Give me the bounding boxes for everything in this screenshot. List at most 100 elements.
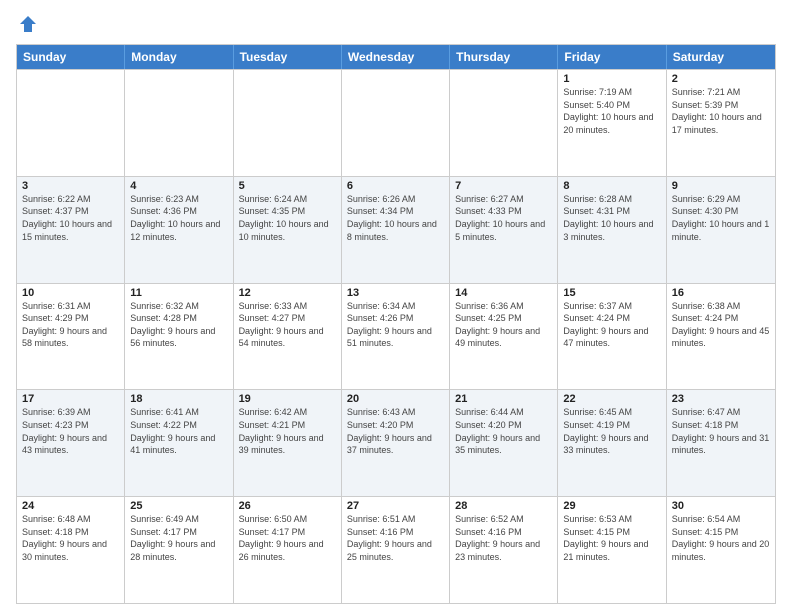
day-number: 30: [672, 500, 770, 512]
cell-info: Sunrise: 6:26 AM Sunset: 4:34 PM Dayligh…: [347, 193, 444, 243]
cell-info: Sunrise: 6:44 AM Sunset: 4:20 PM Dayligh…: [455, 406, 552, 456]
calendar-cell: 17Sunrise: 6:39 AM Sunset: 4:23 PM Dayli…: [17, 390, 125, 496]
cell-info: Sunrise: 6:39 AM Sunset: 4:23 PM Dayligh…: [22, 406, 119, 456]
calendar-cell: 1Sunrise: 7:19 AM Sunset: 5:40 PM Daylig…: [558, 70, 666, 176]
calendar-cell: 15Sunrise: 6:37 AM Sunset: 4:24 PM Dayli…: [558, 284, 666, 390]
calendar-cell: [234, 70, 342, 176]
day-number: 2: [672, 73, 770, 85]
calendar-cell: 19Sunrise: 6:42 AM Sunset: 4:21 PM Dayli…: [234, 390, 342, 496]
day-number: 14: [455, 287, 552, 299]
day-number: 4: [130, 180, 227, 192]
day-number: 9: [672, 180, 770, 192]
day-number: 16: [672, 287, 770, 299]
day-number: 21: [455, 393, 552, 405]
day-number: 22: [563, 393, 660, 405]
calendar-cell: 20Sunrise: 6:43 AM Sunset: 4:20 PM Dayli…: [342, 390, 450, 496]
cell-info: Sunrise: 6:47 AM Sunset: 4:18 PM Dayligh…: [672, 406, 770, 456]
calendar-cell: 21Sunrise: 6:44 AM Sunset: 4:20 PM Dayli…: [450, 390, 558, 496]
logo-icon: [18, 14, 38, 34]
logo: [16, 16, 38, 36]
cell-info: Sunrise: 6:34 AM Sunset: 4:26 PM Dayligh…: [347, 300, 444, 350]
calendar-row-4: 24Sunrise: 6:48 AM Sunset: 4:18 PM Dayli…: [17, 496, 775, 603]
calendar-cell: 6Sunrise: 6:26 AM Sunset: 4:34 PM Daylig…: [342, 177, 450, 283]
day-number: 23: [672, 393, 770, 405]
cell-info: Sunrise: 6:42 AM Sunset: 4:21 PM Dayligh…: [239, 406, 336, 456]
calendar-cell: 3Sunrise: 6:22 AM Sunset: 4:37 PM Daylig…: [17, 177, 125, 283]
calendar-cell: 26Sunrise: 6:50 AM Sunset: 4:17 PM Dayli…: [234, 497, 342, 603]
calendar-cell: 9Sunrise: 6:29 AM Sunset: 4:30 PM Daylig…: [667, 177, 775, 283]
calendar-cell: [125, 70, 233, 176]
day-number: 7: [455, 180, 552, 192]
calendar-cell: 23Sunrise: 6:47 AM Sunset: 4:18 PM Dayli…: [667, 390, 775, 496]
calendar-cell: 22Sunrise: 6:45 AM Sunset: 4:19 PM Dayli…: [558, 390, 666, 496]
day-number: 28: [455, 500, 552, 512]
day-number: 3: [22, 180, 119, 192]
header-cell-friday: Friday: [558, 45, 666, 69]
cell-info: Sunrise: 6:29 AM Sunset: 4:30 PM Dayligh…: [672, 193, 770, 243]
cell-info: Sunrise: 6:36 AM Sunset: 4:25 PM Dayligh…: [455, 300, 552, 350]
cell-info: Sunrise: 6:33 AM Sunset: 4:27 PM Dayligh…: [239, 300, 336, 350]
calendar-cell: [450, 70, 558, 176]
calendar-cell: 10Sunrise: 6:31 AM Sunset: 4:29 PM Dayli…: [17, 284, 125, 390]
calendar-cell: 28Sunrise: 6:52 AM Sunset: 4:16 PM Dayli…: [450, 497, 558, 603]
calendar: SundayMondayTuesdayWednesdayThursdayFrid…: [16, 44, 776, 604]
cell-info: Sunrise: 6:45 AM Sunset: 4:19 PM Dayligh…: [563, 406, 660, 456]
header-cell-sunday: Sunday: [17, 45, 125, 69]
cell-info: Sunrise: 6:49 AM Sunset: 4:17 PM Dayligh…: [130, 513, 227, 563]
calendar-cell: 7Sunrise: 6:27 AM Sunset: 4:33 PM Daylig…: [450, 177, 558, 283]
calendar-cell: [17, 70, 125, 176]
header-cell-tuesday: Tuesday: [234, 45, 342, 69]
calendar-cell: 13Sunrise: 6:34 AM Sunset: 4:26 PM Dayli…: [342, 284, 450, 390]
day-number: 26: [239, 500, 336, 512]
calendar-cell: 4Sunrise: 6:23 AM Sunset: 4:36 PM Daylig…: [125, 177, 233, 283]
cell-info: Sunrise: 6:41 AM Sunset: 4:22 PM Dayligh…: [130, 406, 227, 456]
cell-info: Sunrise: 6:54 AM Sunset: 4:15 PM Dayligh…: [672, 513, 770, 563]
cell-info: Sunrise: 6:38 AM Sunset: 4:24 PM Dayligh…: [672, 300, 770, 350]
calendar-cell: 24Sunrise: 6:48 AM Sunset: 4:18 PM Dayli…: [17, 497, 125, 603]
cell-info: Sunrise: 7:19 AM Sunset: 5:40 PM Dayligh…: [563, 86, 660, 136]
cell-info: Sunrise: 6:27 AM Sunset: 4:33 PM Dayligh…: [455, 193, 552, 243]
cell-info: Sunrise: 6:50 AM Sunset: 4:17 PM Dayligh…: [239, 513, 336, 563]
day-number: 17: [22, 393, 119, 405]
cell-info: Sunrise: 6:43 AM Sunset: 4:20 PM Dayligh…: [347, 406, 444, 456]
day-number: 12: [239, 287, 336, 299]
cell-info: Sunrise: 6:52 AM Sunset: 4:16 PM Dayligh…: [455, 513, 552, 563]
calendar-cell: 12Sunrise: 6:33 AM Sunset: 4:27 PM Dayli…: [234, 284, 342, 390]
calendar-cell: 29Sunrise: 6:53 AM Sunset: 4:15 PM Dayli…: [558, 497, 666, 603]
header-cell-monday: Monday: [125, 45, 233, 69]
calendar-row-0: 1Sunrise: 7:19 AM Sunset: 5:40 PM Daylig…: [17, 69, 775, 176]
cell-info: Sunrise: 7:21 AM Sunset: 5:39 PM Dayligh…: [672, 86, 770, 136]
calendar-cell: 8Sunrise: 6:28 AM Sunset: 4:31 PM Daylig…: [558, 177, 666, 283]
day-number: 6: [347, 180, 444, 192]
cell-info: Sunrise: 6:23 AM Sunset: 4:36 PM Dayligh…: [130, 193, 227, 243]
day-number: 19: [239, 393, 336, 405]
day-number: 8: [563, 180, 660, 192]
day-number: 5: [239, 180, 336, 192]
calendar-cell: 27Sunrise: 6:51 AM Sunset: 4:16 PM Dayli…: [342, 497, 450, 603]
cell-info: Sunrise: 6:51 AM Sunset: 4:16 PM Dayligh…: [347, 513, 444, 563]
header: [16, 12, 776, 36]
cell-info: Sunrise: 6:48 AM Sunset: 4:18 PM Dayligh…: [22, 513, 119, 563]
calendar-cell: 18Sunrise: 6:41 AM Sunset: 4:22 PM Dayli…: [125, 390, 233, 496]
day-number: 24: [22, 500, 119, 512]
cell-info: Sunrise: 6:28 AM Sunset: 4:31 PM Dayligh…: [563, 193, 660, 243]
calendar-row-2: 10Sunrise: 6:31 AM Sunset: 4:29 PM Dayli…: [17, 283, 775, 390]
day-number: 27: [347, 500, 444, 512]
calendar-cell: 2Sunrise: 7:21 AM Sunset: 5:39 PM Daylig…: [667, 70, 775, 176]
day-number: 15: [563, 287, 660, 299]
calendar-cell: [342, 70, 450, 176]
calendar-row-3: 17Sunrise: 6:39 AM Sunset: 4:23 PM Dayli…: [17, 389, 775, 496]
day-number: 13: [347, 287, 444, 299]
calendar-header: SundayMondayTuesdayWednesdayThursdayFrid…: [17, 45, 775, 69]
day-number: 11: [130, 287, 227, 299]
header-cell-saturday: Saturday: [667, 45, 775, 69]
calendar-body: 1Sunrise: 7:19 AM Sunset: 5:40 PM Daylig…: [17, 69, 775, 603]
cell-info: Sunrise: 6:53 AM Sunset: 4:15 PM Dayligh…: [563, 513, 660, 563]
day-number: 18: [130, 393, 227, 405]
header-cell-thursday: Thursday: [450, 45, 558, 69]
cell-info: Sunrise: 6:37 AM Sunset: 4:24 PM Dayligh…: [563, 300, 660, 350]
day-number: 29: [563, 500, 660, 512]
calendar-cell: 16Sunrise: 6:38 AM Sunset: 4:24 PM Dayli…: [667, 284, 775, 390]
page: SundayMondayTuesdayWednesdayThursdayFrid…: [0, 0, 792, 612]
day-number: 10: [22, 287, 119, 299]
